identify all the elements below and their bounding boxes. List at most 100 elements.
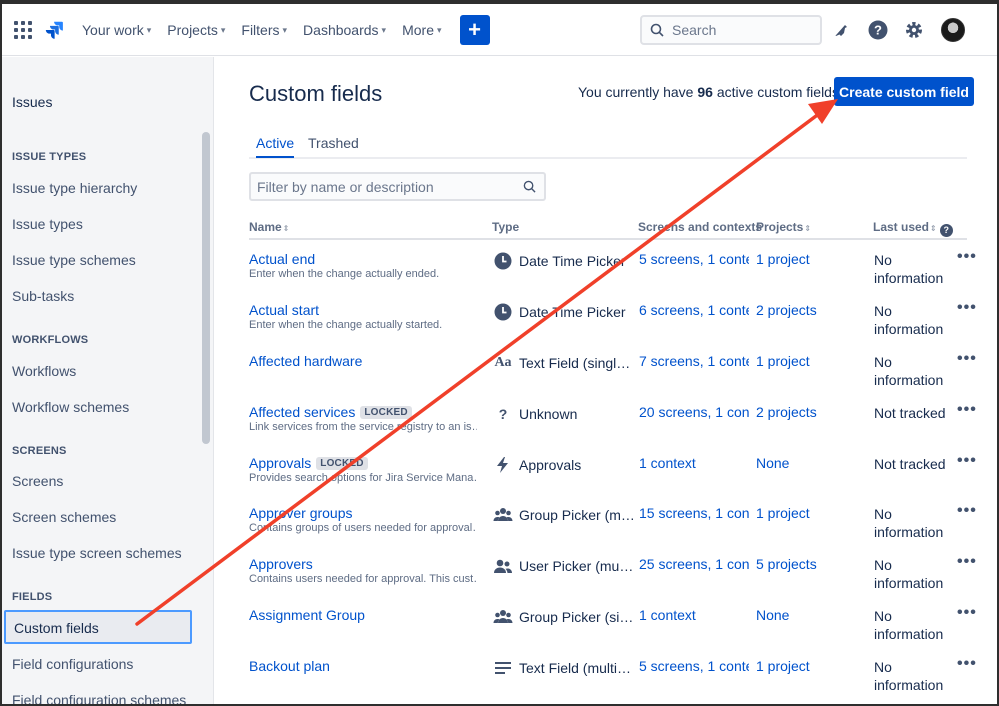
gear-icon[interactable] [903, 19, 925, 41]
create-custom-field-button[interactable]: Create custom field [834, 77, 974, 106]
locked-badge: LOCKED [316, 456, 368, 470]
field-name-link[interactable]: Backout plan [249, 658, 330, 674]
sidebar-item-screen-schemes[interactable]: Screen schemes [12, 509, 116, 525]
field-type-cell: Date Time Picker [493, 251, 626, 271]
more-actions-icon[interactable]: ••• [957, 350, 977, 368]
field-name-link[interactable]: Actual start [249, 302, 319, 318]
field-name-link[interactable]: Assignment Group [249, 607, 365, 623]
nav-dashboards[interactable]: Dashboards ▾ [303, 22, 386, 38]
create-button[interactable]: + [459, 14, 490, 45]
sidebar-item-field-configurations[interactable]: Field configurations [12, 656, 133, 672]
more-actions-icon[interactable]: ••• [957, 248, 977, 266]
field-name-cell: Backout plan [249, 658, 330, 674]
last-used-value: No information [874, 659, 944, 693]
chevron-down-icon: ▾ [381, 24, 387, 35]
field-name-cell: Affected services LOCKED [249, 404, 412, 420]
screens-link[interactable]: 25 screens, 1 context [639, 556, 749, 572]
sidebar-title: Issues [12, 94, 53, 110]
field-type-label: Approvals [519, 457, 582, 473]
nav-filters[interactable]: Filters ▾ [241, 22, 287, 38]
projects-link[interactable]: None [756, 455, 789, 471]
table-row: Affected hardware Aa Text Field (singl… 7… [249, 350, 979, 403]
screens-link[interactable]: 1 context [639, 455, 749, 471]
screens-link[interactable]: 20 screens, 1 context [639, 404, 749, 420]
field-name-link[interactable]: Approvers [249, 556, 313, 572]
screens-link[interactable]: 5 screens, 1 context [639, 658, 749, 674]
field-name-link[interactable]: Approvals [249, 455, 311, 471]
sidebar-item-screens[interactable]: Screens [12, 473, 63, 489]
projects-link[interactable]: None [756, 607, 789, 623]
group-icon [493, 607, 513, 627]
clock-icon [493, 251, 513, 271]
more-actions-icon[interactable]: ••• [957, 452, 977, 470]
page-title: Custom fields [249, 81, 383, 106]
screens-link[interactable]: 15 screens, 1 context [639, 505, 749, 521]
question-icon[interactable]: ? [939, 223, 953, 237]
field-name-link[interactable]: Affected services [249, 404, 355, 420]
screens-link[interactable]: 1 context [639, 607, 749, 623]
sidebar-item-issue-type-screen-schemes[interactable]: Issue type screen schemes [12, 545, 182, 561]
projects-link[interactable]: 5 projects [756, 556, 817, 572]
search-input[interactable]: Search [640, 15, 822, 45]
screens-link[interactable]: 5 screens, 1 context [639, 251, 749, 267]
sidebar-item-field-configuration-schemes[interactable]: Field configuration schemes [12, 692, 186, 704]
jira-logo-icon[interactable] [44, 19, 66, 41]
projects-link[interactable]: 1 project [756, 505, 810, 521]
field-name-link[interactable]: Approver groups [249, 505, 353, 521]
field-type-label: Group Picker (m… [519, 507, 635, 523]
sidebar-scrollbar[interactable] [202, 132, 210, 444]
lightning-icon [493, 455, 513, 475]
sidebar-item-issue-type-schemes[interactable]: Issue type schemes [12, 252, 136, 268]
nav-your-work[interactable]: Your work ▾ [82, 22, 151, 38]
column-label: Projects [756, 220, 804, 234]
sidebar-item-workflow-schemes[interactable]: Workflow schemes [12, 399, 129, 415]
column-header-name[interactable]: Name⇕ [249, 220, 289, 234]
column-header-projects[interactable]: Projects⇕ [756, 220, 811, 234]
field-type-cell: Group Picker (si… [493, 607, 633, 627]
field-name-link[interactable]: Affected hardware [249, 353, 362, 369]
nav-more[interactable]: More ▾ [402, 22, 441, 38]
field-name-link[interactable]: Actual end [249, 251, 315, 267]
last-used-value: Not tracked [874, 456, 946, 472]
projects-link[interactable]: 1 project [756, 251, 810, 267]
more-actions-icon[interactable]: ••• [957, 655, 977, 673]
column-label: Type [492, 220, 520, 234]
sidebar: Issues ISSUE TYPES Issue type hierarchy … [2, 57, 214, 704]
tab-trashed[interactable]: Trashed [308, 135, 359, 156]
projects-link[interactable]: 1 project [756, 658, 810, 674]
sidebar-item-issue-types[interactable]: Issue types [12, 216, 83, 232]
tab-active[interactable]: Active [256, 135, 295, 158]
nav-projects[interactable]: Projects ▾ [167, 22, 225, 38]
column-header-last-used[interactable]: Last used⇕? [873, 220, 953, 237]
filter-input[interactable]: Filter by name or description [249, 172, 546, 201]
sidebar-item-workflows[interactable]: Workflows [12, 363, 76, 379]
screens-link[interactable]: 6 screens, 1 context [639, 302, 749, 318]
screens-link[interactable]: 7 screens, 1 context [639, 353, 749, 369]
more-actions-icon[interactable]: ••• [957, 604, 977, 622]
notifications-icon[interactable] [831, 19, 853, 41]
table-row: Backout plan Text Field (multi… 5 screen… [249, 655, 979, 706]
help-icon[interactable]: ? [867, 19, 889, 41]
app-switcher-icon[interactable] [14, 20, 32, 39]
sidebar-item-sub-tasks[interactable]: Sub-tasks [12, 288, 74, 304]
field-type-cell: Text Field (multi… [493, 658, 631, 678]
field-type-label: Group Picker (si… [519, 609, 634, 625]
sidebar-item-custom-fields[interactable]: Custom fields [4, 610, 192, 644]
more-actions-icon[interactable]: ••• [957, 502, 977, 520]
sidebar-item-issue-type-hierarchy[interactable]: Issue type hierarchy [12, 180, 137, 196]
projects-link[interactable]: 1 project [756, 353, 810, 369]
more-actions-icon[interactable]: ••• [957, 401, 977, 419]
table-row: Actual end Enter when the change actuall… [249, 248, 979, 301]
text-field-icon: Aa [494, 355, 512, 370]
last-used-value: No information [874, 608, 944, 642]
column-label: Screens and contexts [638, 220, 763, 234]
more-actions-icon[interactable]: ••• [957, 299, 977, 317]
last-used-value: No information [874, 252, 944, 286]
count-value: 96 [697, 84, 713, 100]
table-row: Assignment Group Group Picker (si… 1 con… [249, 604, 979, 657]
more-actions-icon[interactable]: ••• [957, 553, 977, 571]
avatar[interactable] [941, 18, 965, 42]
table-row: Approver groups Contains groups of users… [249, 502, 979, 555]
projects-link[interactable]: 2 projects [756, 404, 817, 420]
projects-link[interactable]: 2 projects [756, 302, 817, 318]
